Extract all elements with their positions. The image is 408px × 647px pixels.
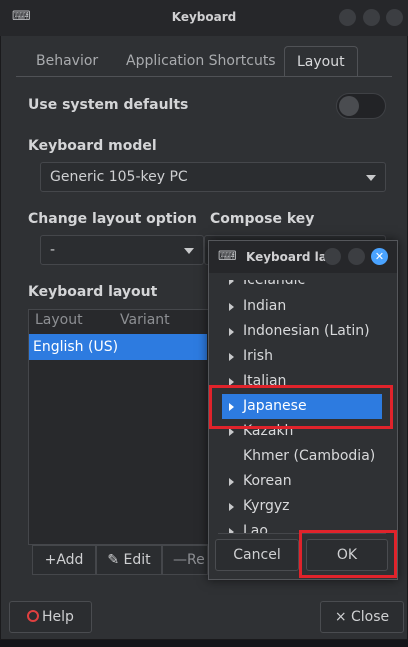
- use-system-defaults-switch[interactable]: [336, 93, 386, 119]
- column-header-layout[interactable]: Layout: [35, 312, 83, 328]
- add-layout-button[interactable]: +Add: [32, 545, 96, 575]
- list-item-label: Icelandic: [243, 280, 306, 288]
- add-label: Add: [56, 552, 84, 568]
- list-item-label: Lao: [243, 523, 268, 534]
- edit-label: Edit: [123, 552, 151, 568]
- tab-application-shortcuts[interactable]: Application Shortcuts: [126, 46, 276, 76]
- compose-key-label: Compose key: [210, 211, 315, 227]
- list-item-label: Korean: [243, 473, 292, 489]
- minimize-button[interactable]: [339, 9, 356, 26]
- tab-layout[interactable]: Layout: [284, 46, 358, 77]
- expand-arrow-icon: [229, 478, 234, 486]
- remove-layout-button[interactable]: —Re: [162, 545, 208, 575]
- layout-cell: English (US): [33, 339, 119, 355]
- table-row[interactable]: English (US): [29, 334, 207, 360]
- plus-icon: +: [44, 552, 57, 568]
- expand-arrow-icon: [229, 303, 234, 311]
- change-layout-option-value: -: [50, 242, 56, 258]
- list-item[interactable]: Irish: [222, 344, 382, 369]
- selection-highlight-box: [209, 385, 393, 429]
- title-bar[interactable]: ⌨ Keyboard: [0, 0, 408, 36]
- pencil-icon: ✎: [107, 552, 120, 568]
- keyboard-model-combo[interactable]: Generic 105-key PC: [40, 162, 386, 192]
- help-button[interactable]: Help: [9, 601, 92, 633]
- ok-button[interactable]: OK: [306, 539, 388, 571]
- keyboard-model-value: Generic 105-key PC: [50, 169, 188, 185]
- list-item[interactable]: Khmer (Cambodia): [222, 444, 382, 469]
- edit-layout-button[interactable]: ✎ Edit: [96, 545, 162, 575]
- tab-divider: [16, 76, 392, 77]
- switch-knob: [339, 96, 359, 116]
- close-icon[interactable]: ✕: [371, 248, 388, 265]
- chevron-down-icon: [366, 175, 376, 181]
- maximize-button[interactable]: [363, 9, 380, 26]
- cancel-button[interactable]: Cancel: [215, 539, 299, 571]
- list-item-label: Kyrgyz: [243, 498, 290, 514]
- change-layout-option-combo[interactable]: -: [40, 235, 204, 265]
- help-icon: [27, 610, 40, 622]
- list-item[interactable]: Indonesian (Latin): [222, 319, 382, 344]
- expand-arrow-icon: [229, 503, 234, 511]
- expand-arrow-icon: [229, 428, 234, 436]
- expand-arrow-icon: [229, 328, 234, 336]
- list-item-label: Indonesian (Latin): [243, 323, 370, 339]
- keyboard-layout-label: Keyboard layout: [28, 284, 158, 300]
- keyboard-model-label: Keyboard model: [28, 138, 157, 154]
- list-item[interactable]: Icelandic: [222, 280, 382, 293]
- desktop-background: [0, 640, 408, 647]
- close-window-button[interactable]: [386, 9, 403, 26]
- list-item-label: Indian: [243, 298, 287, 314]
- list-item-label: Irish: [243, 348, 273, 364]
- minus-icon: —: [173, 552, 187, 568]
- close-button[interactable]: × Close: [320, 601, 404, 633]
- help-label: Help: [42, 609, 74, 625]
- chevron-down-icon: [184, 248, 194, 254]
- close-label: Close: [351, 609, 390, 625]
- minimize-button[interactable]: [324, 248, 341, 265]
- dialog-title: Keyboard lay: [246, 250, 335, 264]
- list-item[interactable]: Kyrgyz: [222, 494, 382, 519]
- change-layout-option-label: Change layout option: [28, 211, 197, 227]
- use-system-defaults-label: Use system defaults: [28, 97, 189, 113]
- tab-behavior[interactable]: Behavior: [36, 46, 98, 76]
- expand-arrow-icon: [229, 280, 234, 285]
- close-icon: ×: [334, 609, 352, 625]
- list-item[interactable]: Korean: [222, 469, 382, 494]
- dialog-title-bar[interactable]: ⌨ Keyboard lay ✕: [209, 241, 397, 273]
- list-item-label: Khmer (Cambodia): [243, 448, 376, 464]
- keyboard-icon: ⌨: [218, 249, 237, 264]
- column-header-variant[interactable]: Variant: [120, 312, 170, 328]
- maximize-button[interactable]: [348, 248, 365, 265]
- remove-label: Re: [187, 552, 205, 568]
- list-item[interactable]: Indian: [222, 294, 382, 319]
- expand-arrow-icon: [229, 353, 234, 361]
